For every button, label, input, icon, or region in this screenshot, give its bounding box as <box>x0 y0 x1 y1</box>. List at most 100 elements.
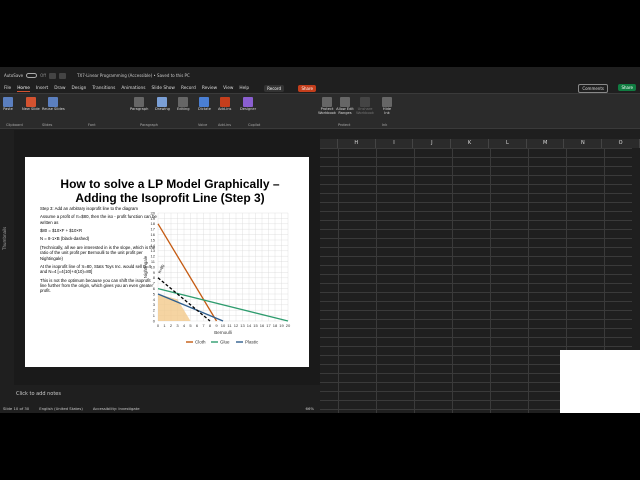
designer-button[interactable]: Designer <box>240 97 256 112</box>
grid-col-line <box>376 148 377 413</box>
editing-label: Editing <box>177 107 190 111</box>
allow-edit-label: Allow Edit Ranges <box>336 107 354 115</box>
column-header-L[interactable]: L <box>489 139 527 148</box>
group-ink: Ink <box>382 123 388 127</box>
x-tick-label: 16 <box>260 323 265 328</box>
save-icon[interactable] <box>49 72 57 79</box>
y-tick-label: 17 <box>151 227 156 232</box>
allow-edit-ranges-button[interactable]: Allow Edit Ranges <box>336 97 354 116</box>
record-button[interactable]: Record <box>264 85 284 92</box>
menu-transitions[interactable]: Transitions <box>92 86 115 91</box>
lp-chart[interactable]: 0 1 2 3 4 5 6 7 8 9 10 11 12 13 14 15 16 17 18 19 2001234567… <box>140 205 300 355</box>
accessibility-status[interactable]: Accessibility: Investigate <box>93 406 140 411</box>
undo-icon[interactable] <box>59 72 67 79</box>
menu-slideshow[interactable]: Slide Show <box>152 86 175 91</box>
grid-row-line <box>320 247 632 248</box>
column-header-O[interactable]: O <box>602 139 640 148</box>
group-slides: Slides <box>42 123 53 127</box>
column-header-H[interactable]: H <box>338 139 376 148</box>
y-tick-label: 0 <box>153 318 156 323</box>
autosave-toggle[interactable] <box>26 73 38 78</box>
group-protect: Protect <box>338 123 351 127</box>
menu-file[interactable]: File <box>4 86 11 91</box>
paragraph-button[interactable]: Paragraph <box>130 97 148 112</box>
grid-row-line <box>320 301 632 302</box>
x-tick-label: 1 <box>163 323 166 328</box>
unshare-workbook-button[interactable]: Unshare Workbook <box>356 97 374 116</box>
ppt-menu-bar: File Home Insert Draw Design Transitions… <box>0 84 320 93</box>
ink-icon <box>382 97 392 107</box>
ppt-status-bar: Slide 10 of 30 English (United States) A… <box>0 403 320 413</box>
menu-draw[interactable]: Draw <box>54 86 65 91</box>
menu-home[interactable]: Home <box>17 86 30 92</box>
editing-button[interactable]: Editing <box>177 97 190 112</box>
y-axis-label: Nightingale <box>143 255 148 278</box>
grid-row-line <box>320 346 632 347</box>
reuse-slides-button[interactable]: Reuse Slides <box>42 97 65 112</box>
menu-design[interactable]: Design <box>71 86 86 91</box>
slide-title[interactable]: How to solve a LP Model Graphically – Ad… <box>45 177 295 206</box>
column-header-M[interactable]: M <box>527 139 565 148</box>
y-tick-label: 2 <box>153 308 156 313</box>
x-tick-label: 9 <box>215 323 218 328</box>
thumbnails-pane-label[interactable]: Thumbnails <box>2 130 12 250</box>
column-header-I[interactable]: I <box>376 139 414 148</box>
comments-button[interactable]: Comments <box>578 84 608 93</box>
grid-row-line <box>320 283 632 284</box>
grid-row-line <box>320 166 632 167</box>
y-tick-label: 4 <box>153 297 156 302</box>
y-tick-label: 12 <box>151 254 156 259</box>
dictate-button[interactable]: Dictate <box>198 97 211 112</box>
zoom-level[interactable]: 66% <box>306 406 314 411</box>
y-tick-label: 8 <box>153 275 156 280</box>
hide-ink-label: Hide Ink <box>382 107 392 115</box>
hide-ink-button[interactable]: Hide Ink <box>380 97 394 116</box>
menu-help[interactable]: Help <box>239 86 249 91</box>
paragraph-label: Paragraph <box>130 107 149 111</box>
menu-animations[interactable]: Animations <box>121 86 145 91</box>
reuse-slides-icon <box>48 97 59 107</box>
dictate-label: Dictate <box>198 107 211 111</box>
grid-row-line <box>320 319 632 320</box>
grid-col-line <box>338 148 339 413</box>
y-tick-label: 11 <box>151 259 156 264</box>
y-tick-label: 10 <box>151 264 156 269</box>
x-tick-label: 6 <box>196 323 199 328</box>
column-header-N[interactable]: N <box>564 139 603 148</box>
ppt-share-button[interactable]: Share <box>298 85 316 92</box>
x-tick-label: 10 <box>221 323 226 328</box>
y-tick-label: 15 <box>151 237 156 242</box>
addins-button[interactable]: Add-ins <box>218 97 231 112</box>
language-status[interactable]: English (United States) <box>39 406 83 411</box>
menu-review[interactable]: Review <box>202 86 217 91</box>
menu-view[interactable]: View <box>223 86 233 91</box>
group-paragraph: Paragraph <box>140 123 158 127</box>
drawing-button[interactable]: Drawing <box>155 97 170 112</box>
grid-col-line <box>452 148 453 413</box>
column-header-J[interactable]: J <box>413 139 452 148</box>
excel-share-button[interactable]: Share <box>618 84 636 91</box>
x-tick-label: 8 <box>209 323 212 328</box>
x-axis-label: Bernoulli <box>214 330 232 335</box>
notes-pane[interactable]: Click to add notes <box>14 388 320 400</box>
x-tick-label: 0 <box>157 323 160 328</box>
protect-workbook-button[interactable]: Protect Workbook <box>318 97 336 116</box>
menu-record[interactable]: Record <box>181 86 196 91</box>
excel-menu-bar: Comments Share <box>320 84 640 93</box>
group-clipboard: Clipboard <box>6 123 23 127</box>
new-slide-button[interactable]: New Slide <box>22 97 40 112</box>
x-tick-label: 19 <box>279 323 284 328</box>
x-tick-label: 5 <box>189 323 192 328</box>
paste-button[interactable]: Paste <box>3 97 13 112</box>
x-tick-label: 7 <box>202 323 205 328</box>
column-header-K[interactable]: K <box>451 139 489 148</box>
new-slide-icon <box>25 97 36 107</box>
drawing-label: Drawing <box>155 107 170 111</box>
group-font: Font <box>88 123 96 127</box>
y-tick-label: 9 <box>153 270 156 275</box>
grid-row-line <box>320 292 632 293</box>
grid-row-line <box>320 157 632 158</box>
menu-insert[interactable]: Insert <box>36 86 48 91</box>
unshare-icon <box>360 97 370 107</box>
column-header-G[interactable] <box>320 139 338 148</box>
